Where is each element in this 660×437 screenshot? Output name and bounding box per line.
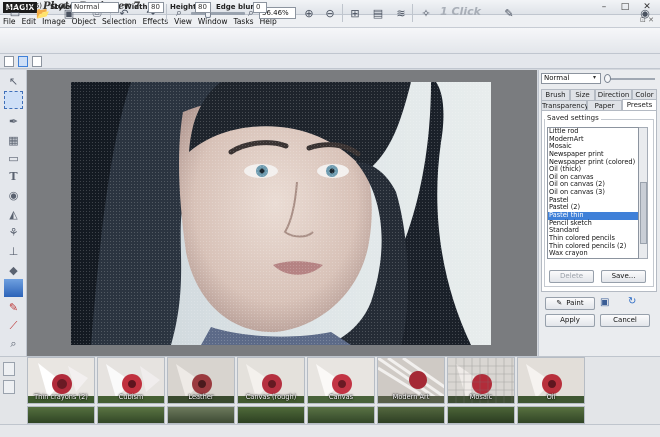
layers-icon[interactable]: ≋ (392, 5, 410, 21)
thumbnail-label: Leather (188, 393, 214, 401)
zoom-actual-icon[interactable]: ⊖ (321, 5, 339, 21)
select-mode-new-icon[interactable] (4, 56, 14, 67)
brush-icon: ✎ (556, 299, 563, 307)
thumbnail-label: Modern Art (392, 393, 430, 401)
portrait-image (71, 82, 491, 345)
effect-thumbnail[interactable]: Canvas (307, 357, 375, 404)
image-compare-icon[interactable]: ▣ (600, 297, 618, 310)
gradient-tool-icon[interactable] (4, 279, 23, 297)
paint-label: Paint (566, 299, 584, 307)
effect-thumbnail-partial[interactable] (447, 406, 515, 424)
one-click-button[interactable]: 1 Click (440, 5, 481, 18)
edge-blur-field[interactable]: 0 (253, 2, 267, 13)
eyedropper-tool-icon[interactable]: ⟋ (4, 317, 23, 335)
crop-tool-icon[interactable]: ▦ (4, 131, 23, 149)
preset-list[interactable]: Little rod ModernArt Mosaic Newspaper pr… (547, 127, 639, 259)
cursor-coordinates: (1279,-46) (5, 2, 42, 10)
maximize-button[interactable]: □ (615, 1, 635, 13)
frame-tool-icon[interactable]: ▭ (4, 149, 23, 167)
pen-tool-icon[interactable]: ✎ (4, 298, 23, 316)
save-button[interactable]: Save... (601, 270, 646, 283)
saved-settings-label: Saved settings (545, 114, 601, 122)
tab-brush[interactable]: Brush (541, 89, 570, 100)
blend-mode-select[interactable]: Normal (541, 73, 601, 84)
effect-thumbnail-partial[interactable] (237, 406, 305, 424)
cancel-button[interactable]: Cancel (600, 314, 650, 327)
zoom-fit-icon[interactable]: ⊕ (300, 5, 318, 21)
effect-thumbnail-partial[interactable] (27, 406, 95, 424)
magic-wand-icon[interactable]: ✧ (417, 5, 435, 21)
thumbnail-label: Thin crayons (2) (34, 393, 88, 401)
text-tool-icon[interactable]: T (4, 167, 23, 185)
thumbnail-label: Cubism (118, 393, 144, 401)
paint-button[interactable]: ✎ Paint (545, 297, 595, 310)
options-bar (0, 54, 660, 69)
stamp-tool-icon[interactable]: ⊥ (4, 242, 23, 260)
strip-options-icon[interactable] (3, 380, 15, 394)
zoom-tool-icon[interactable]: ⌕ (4, 335, 23, 353)
opacity-slider-handle[interactable] (604, 74, 611, 83)
screen-capture-icon[interactable]: ⊞ (346, 5, 364, 21)
scrollbar-thumb[interactable] (640, 182, 647, 244)
toolbar-separator (166, 4, 167, 22)
effect-thumbnail[interactable]: Thin crayons (2) (27, 357, 95, 404)
effect-thumbnail[interactable]: Modern Art (377, 357, 445, 404)
settings-icon[interactable]: ◉ (636, 5, 654, 21)
select-mode-add-icon[interactable] (18, 56, 28, 67)
effect-thumbnail[interactable]: Leather (167, 357, 235, 404)
effect-thumbnail[interactable]: Cubism (97, 357, 165, 404)
rect-select-tool-icon[interactable] (4, 91, 23, 109)
effect-thumbnail-partial[interactable] (517, 406, 585, 424)
style-select[interactable]: Normal (71, 2, 119, 13)
width-label: Width: (124, 3, 151, 11)
main-toolbar (0, 28, 660, 54)
thumbnail-label: Oil (546, 393, 556, 401)
apply-button[interactable]: Apply (545, 314, 595, 327)
clone-tool-icon[interactable]: ⚘ (4, 223, 23, 241)
toolbar-separator (342, 4, 343, 22)
pointer-tool-icon[interactable]: ↖ (4, 72, 23, 90)
effect-thumbnail[interactable]: Oil (517, 357, 585, 404)
strip-toggle-icon[interactable] (3, 362, 15, 376)
thumbnail-label: Canvas (rough) (245, 393, 297, 401)
edge-blur-label: Edge blur: (216, 3, 257, 11)
toolbar-separator (412, 4, 413, 22)
effect-thumbnail-partial[interactable] (97, 406, 165, 424)
image-info-icon[interactable]: ▤ (369, 5, 387, 21)
menu-window[interactable]: Window (195, 15, 231, 28)
effect-thumbnail[interactable]: Canvas (rough) (237, 357, 305, 404)
status-bar (0, 424, 660, 437)
red-eye-tool-icon[interactable]: ◉ (4, 186, 23, 204)
effect-thumbnail-partial[interactable] (167, 406, 235, 424)
style-label: Style: (50, 3, 73, 11)
thumbnail-label: Canvas (328, 393, 354, 401)
delete-button[interactable]: Delete (549, 270, 594, 283)
refresh-icon[interactable]: ↻ (628, 296, 646, 309)
list-item[interactable]: Wax crayon (548, 250, 638, 258)
minimize-button[interactable]: – (594, 1, 614, 13)
height-field[interactable]: 80 (195, 2, 211, 13)
width-field[interactable]: 80 (148, 2, 164, 13)
eraser-tool-icon[interactable]: ◆ (4, 261, 23, 279)
thumbnail-label: Mosaic (469, 393, 493, 401)
effects-icon[interactable]: ✎ (500, 5, 518, 21)
opacity-slider[interactable] (607, 78, 655, 80)
chevron-down-icon[interactable]: ▾ (593, 74, 596, 81)
effect-thumbnail[interactable]: Mosaic (447, 357, 515, 404)
photo-canvas[interactable] (71, 82, 491, 345)
tab-size[interactable]: Size (570, 89, 595, 100)
effect-thumbnail-partial[interactable] (307, 406, 375, 424)
effect-thumbnail-partial[interactable] (377, 406, 445, 424)
brush-tool-icon[interactable]: ✒ (4, 112, 23, 130)
select-mode-subtract-icon[interactable] (32, 56, 42, 67)
fill-tool-icon[interactable]: ◭ (4, 205, 23, 223)
